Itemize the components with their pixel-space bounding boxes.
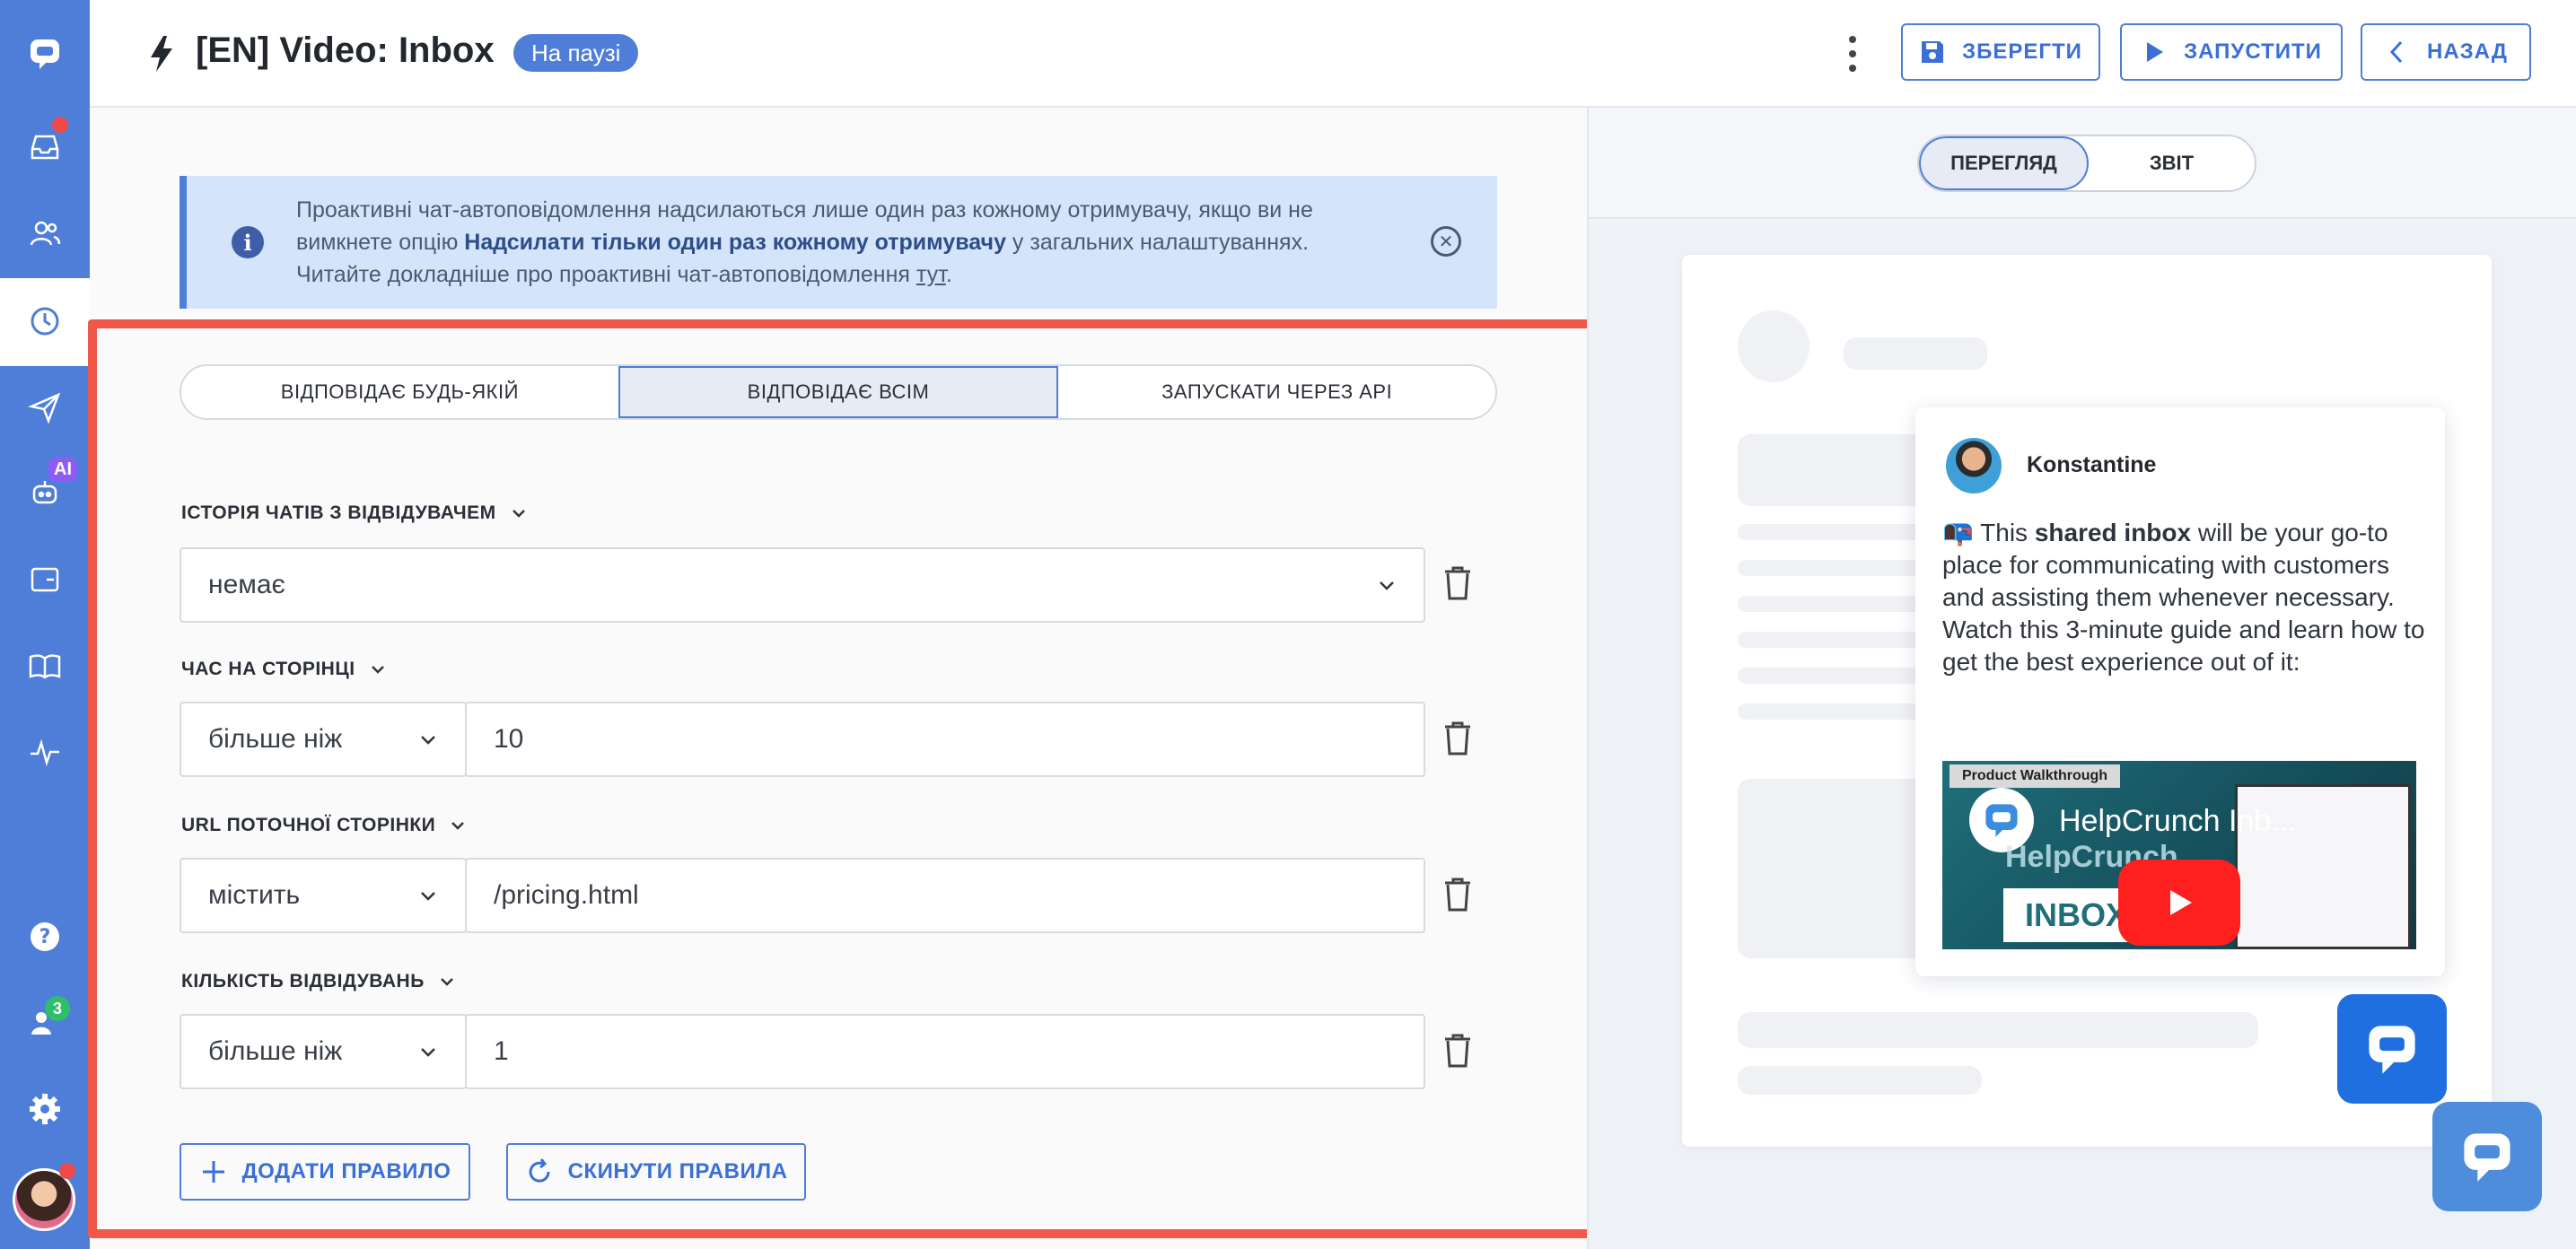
lightning-bolt-icon	[151, 36, 172, 72]
inbox-notification-dot	[52, 117, 68, 133]
agent-avatar	[1946, 438, 2002, 493]
trash-icon[interactable]	[1441, 876, 1474, 913]
match-mode-toggle: ВІДПОВІДАЄ БУДЬ-ЯКІЙ ВІДПОВІДАЄ ВСІМ ЗАП…	[180, 364, 1497, 420]
chevron-down-icon	[421, 736, 435, 745]
widget-icon[interactable]	[18, 553, 72, 607]
settings-gear-icon[interactable]	[18, 1082, 72, 1136]
chevron-down-icon	[440, 978, 453, 986]
helpcrunch-chat-launcher[interactable]	[2432, 1102, 2542, 1211]
trash-icon[interactable]	[1441, 564, 1474, 602]
automation-clock-icon[interactable]	[18, 294, 72, 348]
ai-badge: AI	[48, 458, 77, 482]
skeleton-line	[1738, 668, 1935, 684]
helpcrunch-logo-icon[interactable]	[18, 27, 72, 81]
skeleton-line	[1738, 560, 1935, 576]
chat-history-select[interactable]: немає	[180, 547, 1425, 623]
chat-message-text: 📭 This shared inbox will be your go-to p…	[1942, 519, 2425, 676]
back-button-label: НАЗАД	[2426, 39, 2509, 64]
skeleton-line	[1738, 524, 1935, 540]
trash-icon[interactable]	[1441, 1032, 1474, 1070]
team-count-badge: 3	[45, 996, 70, 1021]
skeleton-line	[1738, 703, 1935, 720]
more-options-icon[interactable]	[1840, 32, 1865, 75]
tab-preview[interactable]: ПЕРЕГЛЯД	[1919, 136, 2089, 190]
chat-message-popup[interactable]: Konstantine 📭 This shared inbox will be …	[1915, 407, 2445, 976]
chat-widget-button[interactable]	[2337, 994, 2447, 1104]
rule-label-current-url[interactable]: URL ПОТОЧНОЇ СТОРІНКИ	[181, 815, 468, 836]
skeleton-block	[1738, 779, 1935, 958]
knowledge-base-book-icon[interactable]	[18, 639, 72, 693]
save-button-label: ЗБЕРЕГТИ	[1962, 39, 2082, 64]
skeleton-block	[1738, 434, 1935, 506]
video-thumbnail[interactable]: Product Walkthrough HelpCrunch Inb... He…	[1942, 761, 2416, 949]
chevron-down-icon	[1380, 581, 1394, 590]
skeleton-line	[1738, 632, 1935, 648]
save-button[interactable]: ЗБЕРЕГТИ	[1901, 23, 2100, 81]
youtube-play-icon[interactable]	[2118, 860, 2240, 946]
rule-label-chat-history[interactable]: ІСТОРІЯ ЧАТІВ З ВІДВІДУВАЧЕМ	[181, 502, 529, 524]
match-all-option[interactable]: ВІДПОВІДАЄ ВСІМ	[618, 366, 1059, 418]
skeleton-line	[1738, 1066, 1982, 1095]
chevron-down-icon	[512, 510, 525, 518]
reset-rules-button[interactable]: СКИНУТИ ПРАВИЛА	[506, 1143, 806, 1201]
close-notice-icon[interactable]: ✕	[1431, 226, 1461, 257]
chevron-down-icon	[451, 822, 465, 830]
back-button[interactable]: НАЗАД	[2361, 23, 2531, 81]
skeleton-line	[1738, 1012, 2258, 1048]
tab-report[interactable]: ЗВІТ	[2089, 136, 2255, 190]
run-via-api-option[interactable]: ЗАПУСКАТИ ЧЕРЕЗ API	[1058, 366, 1495, 418]
rule-label-visit-count[interactable]: КІЛЬКІСТЬ ВІДВІДУВАНЬ	[181, 971, 457, 992]
notice-text: Проактивні чат-автоповідомлення надсилаю…	[296, 197, 1313, 287]
run-button-label: ЗАПУСТИТИ	[2184, 39, 2322, 64]
run-button[interactable]: ЗАПУСТИТИ	[2120, 23, 2343, 81]
visits-operator-select[interactable]: більше ніж	[180, 1014, 467, 1089]
url-value-input[interactable]: /pricing.html	[465, 858, 1425, 933]
left-sidebar: AI ? 3	[0, 0, 90, 1249]
chat-bubble-icon	[2369, 1026, 2415, 1074]
url-operator-select[interactable]: містить	[180, 858, 467, 933]
page-title: [EN] Video: Inbox	[196, 31, 495, 70]
match-any-option[interactable]: ВІДПОВІДАЄ БУДЬ-ЯКІЙ	[181, 366, 618, 418]
visits-value-input[interactable]: 1	[465, 1014, 1425, 1089]
info-icon: i	[232, 226, 264, 258]
proactive-notice: i Проактивні чат-автоповідомлення надсил…	[180, 176, 1497, 309]
video-title: HelpCrunch Inb...	[2059, 804, 2297, 838]
time-operator-select[interactable]: більше ніж	[180, 702, 467, 777]
plus-icon	[202, 1161, 224, 1183]
skeleton-avatar	[1738, 310, 1809, 382]
agent-name: Konstantine	[2027, 452, 2157, 477]
add-rule-button[interactable]: ДОДАТИ ПРАВИЛО	[180, 1143, 470, 1201]
preview-tabs: ПЕРЕГЛЯД ЗВІТ	[1917, 135, 2256, 192]
analytics-pulse-icon[interactable]	[18, 725, 72, 779]
highlight-frame	[88, 319, 1598, 1238]
video-tag: Product Walkthrough	[1950, 764, 2121, 788]
svg-text:?: ?	[39, 926, 51, 948]
mailbox-emoji-icon: 📭	[1942, 519, 1974, 546]
send-icon[interactable]	[18, 380, 72, 434]
notice-link[interactable]: тут	[916, 262, 946, 287]
skeleton-line	[1844, 337, 1987, 370]
avatar-notification-dot	[59, 1163, 75, 1179]
time-value-input[interactable]: 10	[465, 702, 1425, 777]
chevron-down-icon	[421, 892, 435, 901]
skeleton-line	[1738, 596, 1935, 612]
rule-label-time-on-page[interactable]: ЧАС НА СТОРІНЦІ	[181, 659, 388, 680]
chevron-left-icon	[2389, 40, 2403, 64]
chevron-down-icon	[421, 1048, 435, 1057]
refresh-icon	[529, 1158, 550, 1183]
save-disk-icon	[1922, 41, 1944, 63]
help-question-icon[interactable]: ?	[18, 910, 72, 964]
trash-icon[interactable]	[1441, 720, 1474, 757]
chevron-down-icon	[371, 666, 384, 674]
play-icon	[2147, 42, 2164, 62]
contacts-icon[interactable]	[18, 206, 72, 260]
status-badge: На паузі	[513, 34, 639, 72]
chat-bubble-icon	[2464, 1133, 2510, 1182]
